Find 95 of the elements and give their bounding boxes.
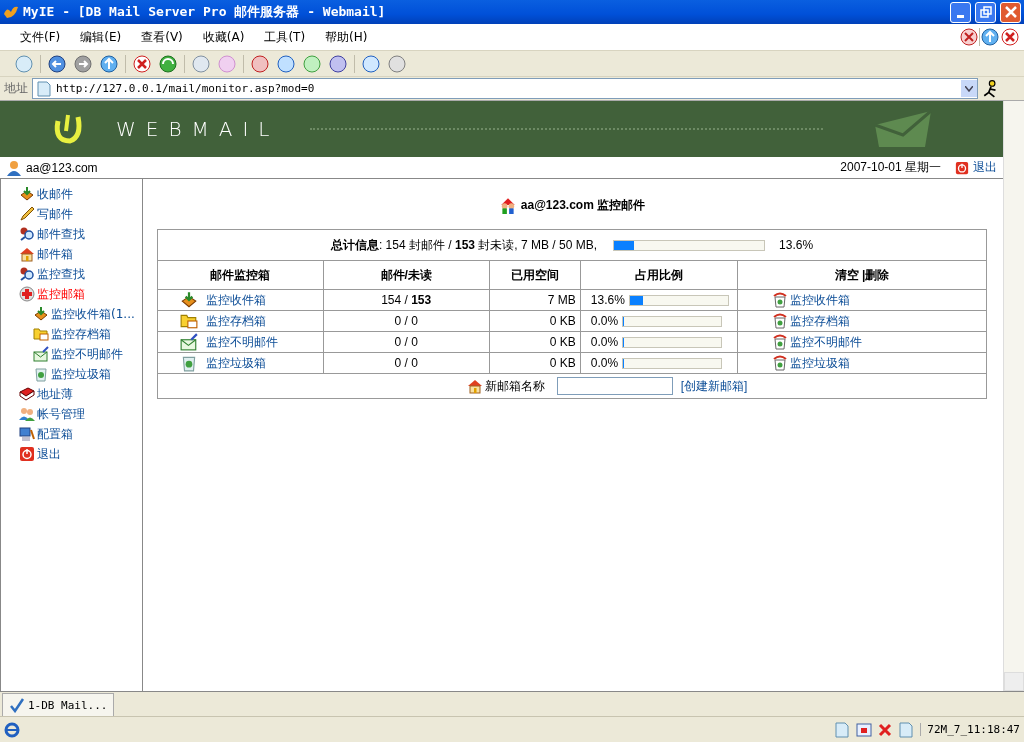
usage-percent: 13.6% [590, 293, 625, 307]
sidebar-item[interactable]: 邮件查找 [19, 225, 142, 243]
sidebar-item[interactable]: 监控存档箱 [19, 325, 142, 343]
house-icon [19, 246, 35, 262]
inbox-icon [33, 306, 49, 322]
envelope-icon [180, 333, 198, 351]
sidebar-item[interactable]: 写邮件 [19, 205, 142, 223]
computer-icon [19, 426, 35, 442]
window-title: MyIE - [DB Mail Server Pro 邮件服务器 - Webmail] [23, 3, 387, 21]
power-icon [19, 446, 35, 462]
create-mailbox-link[interactable]: [创建新邮箱] [680, 377, 748, 395]
dropdown-button[interactable] [961, 80, 977, 97]
menu-item[interactable]: 帮助(H) [315, 28, 378, 46]
address-label: 地址 [4, 80, 28, 97]
envelope-icon [873, 109, 933, 149]
table-cell: 0 KB [489, 352, 581, 374]
sidebar-item[interactable]: 退出 [19, 445, 142, 463]
minimize-icon [957, 14, 964, 18]
sidebar-item[interactable]: 帐号管理 [19, 405, 142, 423]
close-button[interactable] [1000, 1, 1021, 23]
check-icon [9, 697, 25, 713]
pencil-icon [19, 206, 35, 222]
sidebar-item[interactable]: 监控垃圾箱 [19, 365, 142, 383]
column-header: 已用空间 [489, 260, 581, 290]
table-cell: 0 / 0 [323, 331, 490, 353]
table-cell: 0 KB [489, 310, 581, 332]
back-icon[interactable] [47, 53, 67, 74]
minimize-button[interactable] [950, 1, 971, 23]
date-label: 2007-10-01 星期一 [840, 159, 941, 176]
status-text: 72M_7_11:18:47 [920, 723, 1020, 736]
page-title: aa@123.com 监控邮件 [520, 196, 646, 214]
usage-percent: 0.0% [590, 314, 619, 328]
menu-item[interactable]: 收藏(A) [192, 28, 255, 46]
table-cell: 0 / 0 [323, 310, 490, 332]
inbox-icon [19, 186, 35, 202]
table-cell: 0 KB [489, 331, 581, 353]
restore-icon [979, 6, 992, 18]
sidebar-item[interactable]: 监控邮箱 [19, 285, 142, 303]
usage-percent: 0.0% [590, 335, 619, 349]
trash-icon [33, 366, 49, 382]
inbox-icon [180, 291, 198, 309]
column-header: 邮件监控箱 [157, 260, 324, 290]
sidebar-item[interactable]: 监控不明邮件 [19, 345, 142, 363]
trash-icon [180, 354, 198, 372]
recycle-icon [772, 355, 789, 371]
column-header: 清空 |删除 [737, 260, 987, 290]
user-email: aa@123.com [26, 160, 98, 175]
browser-tab[interactable]: 1-DB Mail... [2, 693, 115, 716]
stop-icon[interactable] [132, 53, 152, 74]
app-logo-icon [3, 4, 19, 20]
menu-item[interactable]: 查看(V) [131, 28, 193, 46]
close-icon[interactable] [878, 722, 893, 737]
chevron-down-icon [965, 85, 973, 92]
empty-link[interactable]: 监控垃圾箱 [790, 354, 851, 372]
close-icon [1004, 6, 1017, 18]
book-icon [19, 386, 35, 402]
menu-item[interactable]: 文件(F) [10, 28, 71, 46]
menu-item[interactable]: 工具(T) [254, 28, 316, 46]
house-icon [466, 378, 483, 394]
table-cell: 154 / 153 [323, 289, 490, 311]
empty-link[interactable]: 监控存档箱 [790, 312, 851, 330]
recycle-icon [772, 334, 789, 350]
recycle-icon [772, 292, 789, 308]
usage-percent: 0.0% [590, 356, 619, 370]
mailbox-name-field[interactable] [556, 377, 673, 395]
new-mailbox-label: 新邮箱名称 [484, 377, 545, 395]
menu-item[interactable]: 编辑(E) [70, 28, 132, 46]
envelope-icon [33, 346, 49, 362]
restore-button[interactable] [975, 1, 996, 23]
empty-link[interactable]: 监控收件箱 [790, 291, 851, 309]
scrollbar[interactable] [1003, 101, 1024, 691]
table-cell: 7 MB [489, 289, 581, 311]
sidebar-item[interactable]: 收邮件 [19, 185, 142, 203]
brand-logo: WEBMAIL [116, 117, 280, 141]
column-header: 占用比例 [580, 260, 738, 290]
usage-percent: 13.6% [779, 238, 814, 252]
recycle-icon [772, 313, 789, 329]
refresh-icon[interactable] [158, 53, 178, 74]
power-icon [955, 160, 969, 175]
column-header: 邮件/未读 [323, 260, 490, 290]
close-icon[interactable] [1000, 27, 1020, 47]
person-icon [6, 159, 22, 176]
summary-text: 总计信息: 154 封邮件 / 153 封未读, 7 MB / 50 MB, [330, 236, 598, 254]
address-field[interactable]: http://127.0.0.1/mail/monitor.asp?mod=0 [32, 78, 978, 99]
sidebar-item[interactable]: 地址薄 [19, 385, 142, 403]
table-cell: 0 / 0 [323, 352, 490, 374]
folder-icon [33, 326, 49, 342]
folder-icon [180, 312, 198, 330]
sidebar-item[interactable]: 配置箱 [19, 425, 142, 443]
sidebar-item[interactable]: 监控查找 [19, 265, 142, 283]
sidebar-item[interactable]: 邮件箱 [19, 245, 142, 263]
sidebar-item[interactable]: 监控收件箱(1... [19, 305, 142, 323]
logout-link[interactable]: 退出 [973, 159, 997, 176]
users-icon [19, 406, 35, 422]
forward-icon[interactable] [73, 53, 93, 74]
